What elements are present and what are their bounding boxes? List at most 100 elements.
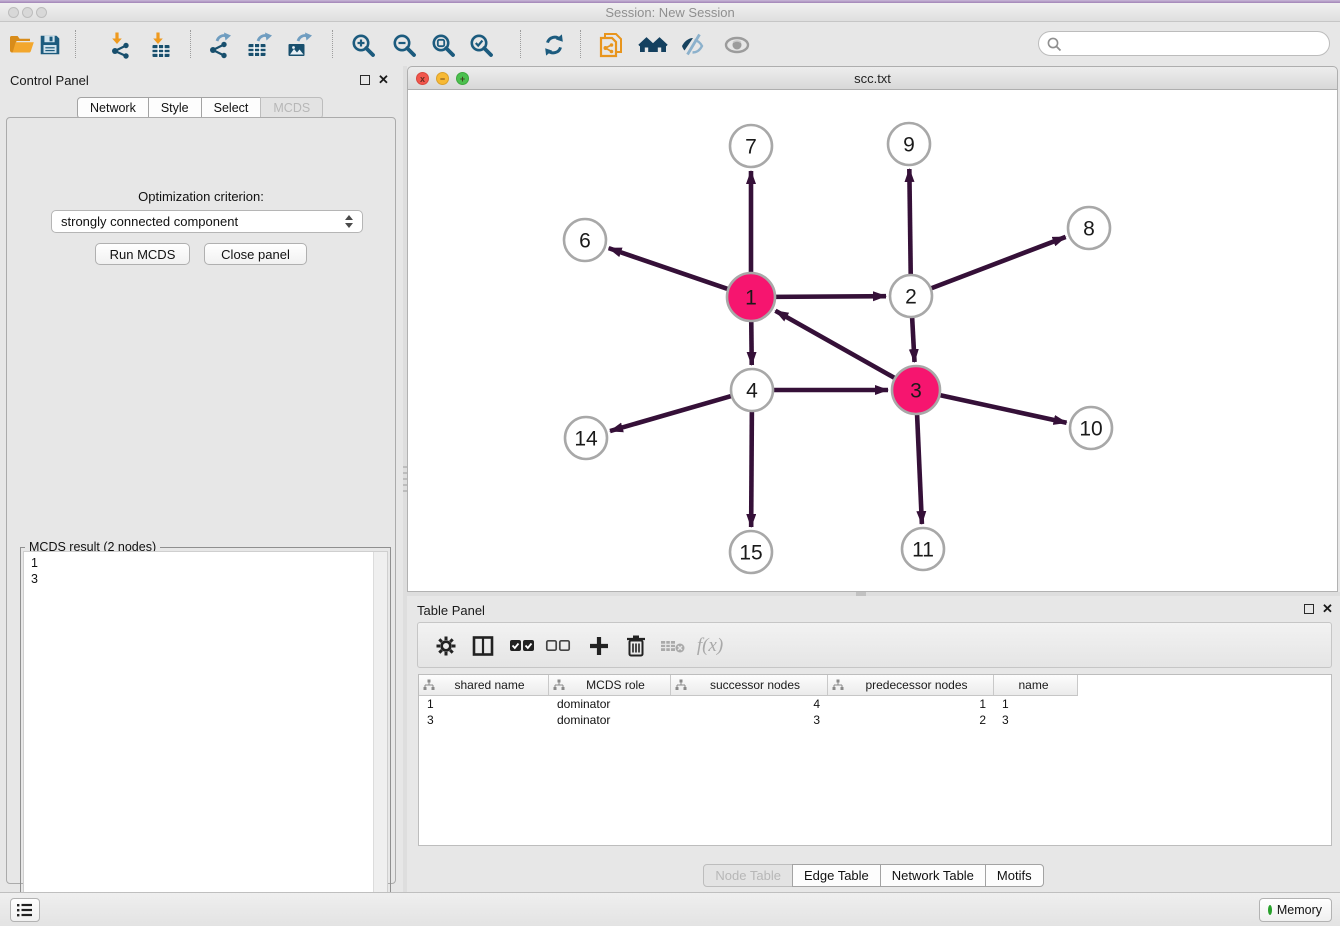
function-builder-button[interactable]: f(x) xyxy=(695,631,725,661)
table-cell[interactable]: 4 xyxy=(671,697,828,711)
status-bar: Memory xyxy=(0,892,1340,926)
column-header-successor-nodes[interactable]: successor nodes xyxy=(671,675,828,695)
node-label-10: 10 xyxy=(1079,418,1102,441)
column-header-name[interactable]: name xyxy=(994,675,1078,695)
table-panel-title: Table Panel xyxy=(417,603,485,618)
network-canvas-svg[interactable]: 7968124314101511 xyxy=(408,90,1337,590)
eye-slash-icon xyxy=(678,31,706,59)
graphics-details-button[interactable] xyxy=(676,29,708,61)
table-cell[interactable]: 2 xyxy=(828,713,994,727)
import-network-icon xyxy=(106,31,134,59)
node-label-8: 8 xyxy=(1083,218,1095,241)
edge-2-8[interactable] xyxy=(929,237,1066,289)
mcds-result-scrollbar[interactable] xyxy=(373,552,387,924)
table-body: 1dominator4113dominator323 xyxy=(419,696,1331,728)
table-cell[interactable]: 3 xyxy=(671,713,828,727)
save-session-button[interactable] xyxy=(34,29,66,61)
network-overview-button[interactable] xyxy=(637,29,669,61)
tab-mcds[interactable]: MCDS xyxy=(260,97,323,119)
tab-node-table[interactable]: Node Table xyxy=(703,864,793,887)
fx-icon: f(x) xyxy=(697,635,723,657)
table-header-row: shared nameMCDS rolesuccessor nodesprede… xyxy=(419,675,1078,696)
export-network-button[interactable] xyxy=(203,29,235,61)
toolbar-separator xyxy=(332,30,333,58)
add-column-button[interactable] xyxy=(584,631,614,661)
main-toolbar xyxy=(0,22,1340,66)
search-input[interactable] xyxy=(1065,33,1324,56)
gear-icon xyxy=(434,634,458,658)
table-cell[interactable]: 3 xyxy=(994,713,1078,727)
tab-edge-table[interactable]: Edge Table xyxy=(792,864,881,887)
memory-button[interactable]: Memory xyxy=(1259,898,1332,922)
memory-label: Memory xyxy=(1277,903,1322,917)
network-canvas[interactable]: 7968124314101511 xyxy=(407,90,1338,592)
table-cell[interactable]: 1 xyxy=(828,697,994,711)
edge-2-9[interactable] xyxy=(909,169,910,277)
delete-row-button[interactable] xyxy=(621,631,651,661)
column-header-shared-name[interactable]: shared name xyxy=(419,675,549,695)
zoom-fit-button[interactable] xyxy=(427,29,459,61)
eye-icon xyxy=(722,32,752,58)
criterion-select[interactable]: strongly connected component xyxy=(51,210,363,233)
table-cell[interactable]: 1 xyxy=(419,697,549,711)
select-all-rows-button[interactable] xyxy=(507,631,537,661)
edge-1-6[interactable] xyxy=(609,248,731,290)
split-table-button[interactable] xyxy=(468,631,498,661)
table-cell[interactable]: 3 xyxy=(419,713,549,727)
delete-column-button[interactable] xyxy=(658,631,688,661)
export-image-button[interactable] xyxy=(283,29,315,61)
float-panel-icon[interactable] xyxy=(360,75,370,85)
table-cell[interactable]: dominator xyxy=(549,697,671,711)
table-row[interactable]: 1dominator411 xyxy=(419,696,1331,712)
open-folder-icon xyxy=(8,31,36,59)
delete-column-icon xyxy=(660,637,686,655)
optimization-criterion-label: Optimization criterion: xyxy=(7,189,395,204)
zoom-in-icon xyxy=(350,32,377,59)
tab-motifs[interactable]: Motifs xyxy=(985,864,1044,887)
birds-eye-view-button[interactable] xyxy=(721,29,753,61)
tab-network-table[interactable]: Network Table xyxy=(880,864,986,887)
close-panel-icon[interactable]: ✕ xyxy=(378,74,389,86)
table-cell[interactable]: dominator xyxy=(549,713,671,727)
close-panel-icon[interactable]: ✕ xyxy=(1322,603,1333,615)
node-label-15: 15 xyxy=(739,542,762,565)
node-label-6: 6 xyxy=(579,230,591,253)
show-log-button[interactable] xyxy=(10,898,40,922)
edge-4-14[interactable] xyxy=(610,395,734,431)
tab-style[interactable]: Style xyxy=(148,97,202,119)
search-icon xyxy=(1046,36,1063,53)
apply-layout-button[interactable] xyxy=(538,29,570,61)
column-header-predecessor-nodes[interactable]: predecessor nodes xyxy=(828,675,994,695)
edge-3-11[interactable] xyxy=(917,412,922,524)
table-settings-button[interactable] xyxy=(431,631,461,661)
edge-3-1[interactable] xyxy=(775,311,896,379)
column-header-MCDS-role[interactable]: MCDS role xyxy=(549,675,671,695)
control-panel-tabs: NetworkStyleSelectMCDS xyxy=(77,97,323,119)
zoom-in-button[interactable] xyxy=(347,29,379,61)
table-row[interactable]: 3dominator323 xyxy=(419,712,1331,728)
edge-3-10[interactable] xyxy=(937,395,1066,423)
list-icon xyxy=(16,902,34,918)
window-titlebar: Session: New Session xyxy=(0,3,1340,22)
table-cell[interactable]: 1 xyxy=(994,697,1078,711)
mcds-result-textarea[interactable]: 13 xyxy=(23,551,388,925)
zoom-out-button[interactable] xyxy=(388,29,420,61)
clone-network-icon xyxy=(598,31,626,59)
unselect-all-rows-button[interactable] xyxy=(543,631,573,661)
clone-network-button[interactable] xyxy=(596,29,628,61)
edge-1-2[interactable] xyxy=(773,296,886,297)
tab-network[interactable]: Network xyxy=(77,97,149,119)
tab-select[interactable]: Select xyxy=(201,97,262,119)
mcds-result-line: 3 xyxy=(24,571,373,587)
run-mcds-button[interactable]: Run MCDS xyxy=(95,243,190,265)
import-network-button[interactable] xyxy=(104,29,136,61)
edge-2-3[interactable] xyxy=(912,315,915,362)
float-panel-icon[interactable] xyxy=(1304,604,1314,614)
close-panel-button[interactable]: Close panel xyxy=(204,243,307,265)
zoom-selected-button[interactable] xyxy=(465,29,497,61)
edge-4-15[interactable] xyxy=(751,409,752,527)
import-table-button[interactable] xyxy=(144,29,176,61)
table-toolbar: f(x) xyxy=(417,622,1332,668)
network-window-titlebar[interactable]: x − + scc.txt xyxy=(407,66,1338,90)
export-table-button[interactable] xyxy=(243,29,275,61)
